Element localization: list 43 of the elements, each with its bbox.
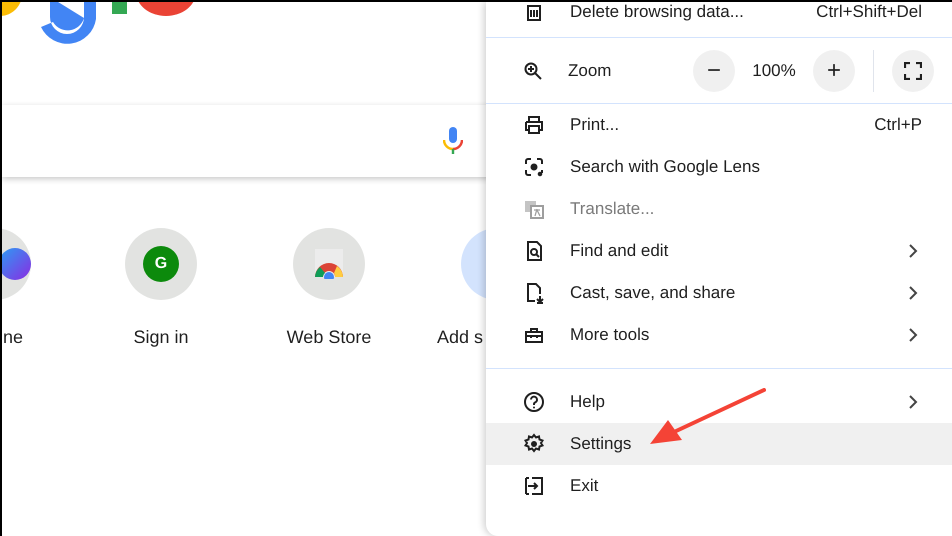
site-letter-icon: G	[143, 246, 179, 282]
menu-item-label: Find and edit	[570, 241, 670, 261]
fullscreen-button[interactable]	[892, 50, 934, 92]
app-icon	[2, 246, 31, 282]
settings-icon	[523, 433, 545, 455]
zoom-level: 100%	[751, 60, 797, 80]
shortcut-label[interactable]: Web Store	[286, 327, 372, 348]
menu-item-label: Cast, save, and share	[570, 283, 736, 303]
shortcut-label[interactable]: Sign in	[133, 327, 189, 348]
menu-item[interactable]: Print... Ctrl+P	[486, 104, 952, 146]
menu-item[interactable]: Settings	[486, 423, 952, 465]
menu-item[interactable]: Exit	[486, 465, 952, 507]
menu-item-label: Translate...	[570, 199, 656, 219]
menu-item[interactable]: Find and edit	[486, 230, 952, 272]
keyboard-shortcut: Ctrl+P	[874, 115, 922, 135]
menu-item-label: Settings	[570, 434, 632, 454]
keyboard-shortcut: Ctrl+Shift+Del	[816, 2, 922, 22]
shortcut-label[interactable]: Add s	[437, 327, 484, 348]
zoom-out-button[interactable]: −	[693, 50, 735, 92]
zoom-icon	[523, 60, 543, 80]
printer-icon	[523, 114, 545, 136]
translate-icon	[523, 198, 545, 220]
menu-item-label: Delete browsing data...	[570, 2, 745, 22]
microphone-icon[interactable]	[443, 127, 463, 155]
store-icon	[313, 249, 345, 279]
exit-icon	[523, 475, 545, 497]
camera-icon	[523, 156, 545, 178]
menu-item-label: Print...	[570, 115, 620, 135]
menu-item-label: Help	[570, 392, 606, 412]
menu-item-label: Exit	[570, 476, 600, 496]
menu-item-label: Search with Google Lens	[570, 157, 761, 177]
menu-item-label: More tools	[570, 325, 650, 345]
menu-item-label: Zoom	[568, 60, 612, 80]
help-icon	[523, 391, 545, 413]
menu-item[interactable]: Help	[486, 381, 952, 423]
zoom-in-button[interactable]: +	[813, 50, 855, 92]
menu-item[interactable]: More tools	[486, 314, 952, 356]
menu-item[interactable]: Search with Google Lens	[486, 146, 952, 188]
menu-item[interactable]: Cast, save, and share	[486, 272, 952, 314]
fullscreen-icon	[904, 62, 922, 80]
menu-item[interactable]: Delete browsing data... Ctrl+Shift+Del	[486, 2, 952, 37]
shortcut-label[interactable]: ne	[2, 327, 23, 348]
shortcut-tile[interactable]: G	[125, 228, 197, 300]
